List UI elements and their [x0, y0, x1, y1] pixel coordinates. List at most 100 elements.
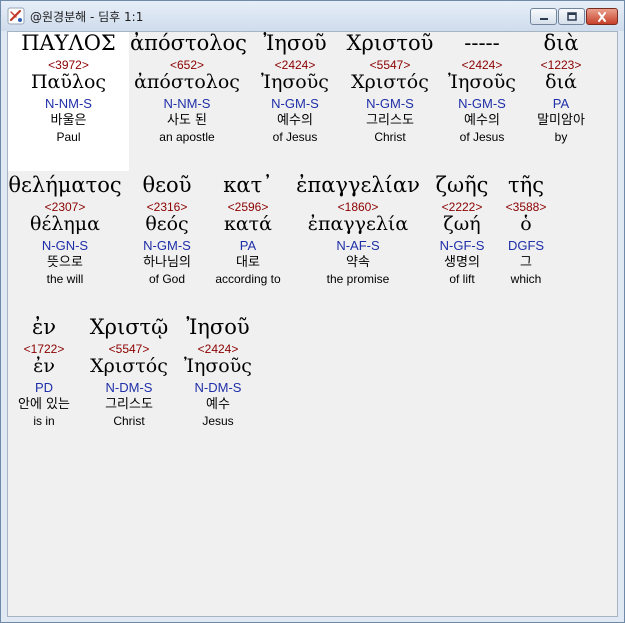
parsing-code: N-GM-S [143, 238, 191, 253]
word-block[interactable]: κατ᾽ <2596> κατά PA 대로 according to [206, 174, 290, 288]
greek-word: ΠΑΥΛΟΣ [21, 31, 116, 55]
word-block[interactable]: ἐν <1722> ἐν PD 안에 있는 is in [8, 316, 80, 430]
english-gloss: of Jesus [272, 130, 318, 144]
lemma: ἐπαγγελία [307, 213, 409, 235]
word-block[interactable]: ΠΑΥΛΟΣ <3972> Παῦλος N-NM-S 바울은 Paul [8, 32, 129, 146]
strong-number: <2316> [146, 200, 188, 214]
app-icon [7, 7, 25, 25]
parsing-code: N-NM-S [45, 96, 92, 111]
english-gloss: by [554, 130, 568, 144]
greek-word: Ἰησοῦ [263, 31, 327, 55]
greek-word: κατ᾽ [223, 173, 273, 197]
lemma: θέλημα [30, 213, 100, 235]
close-icon [598, 11, 606, 22]
word-block[interactable]: θελήματος <2307> θέλημα N-GN-S 뜻으로 the w… [8, 174, 122, 288]
korean-gloss: 예수 [206, 397, 230, 412]
greek-word: τῆς [508, 173, 544, 197]
strong-number: <3588> [505, 200, 547, 214]
parsing-code: PA [552, 96, 570, 111]
parsing-code: DGFS [507, 238, 545, 253]
title-bar[interactable]: @원경분해 - 딤후 1:1 [1, 1, 624, 31]
word-block[interactable]: θεοῦ <2316> θεός N-GM-S 하나님의 of God [130, 174, 204, 288]
app-window: @원경분해 - 딤후 1:1 ΠΑΥΛΟΣ <3972> Παῦλος N-NM… [0, 0, 625, 623]
greek-word: ----- [464, 31, 500, 55]
word-block[interactable]: Χριστῷ <5547> Χριστός N-DM-S 그리스도 Christ [84, 316, 174, 430]
lemma: Χριστός [351, 71, 429, 93]
word-block[interactable]: Ἰησοῦ <2424> Ἰησοῦς N-DM-S 예수 Jesus [176, 316, 260, 430]
english-gloss: Paul [56, 130, 81, 144]
word-block[interactable]: τῆς <3588> ὁ DGFS 그 which [500, 174, 552, 288]
greek-word: Χριστῷ [89, 315, 169, 339]
greek-word: θεοῦ [142, 173, 192, 197]
greek-word: ἀπόστολος [130, 31, 247, 55]
lemma: Χριστός [90, 355, 168, 377]
lemma: ζωή [443, 213, 481, 235]
word-block[interactable]: ἐπαγγελίαν <1860> ἐπαγγελία N-AF-S 약속 th… [292, 174, 424, 288]
word-block[interactable]: διὰ <1223> διά PA 말미암아 by [526, 32, 596, 146]
parsing-code: PA [239, 238, 257, 253]
parsing-code: N-DM-S [194, 380, 242, 395]
english-gloss: the promise [326, 272, 390, 286]
lemma: Ἰησοῦς [261, 71, 329, 93]
strong-number: <2424> [461, 58, 503, 72]
korean-gloss: 그리스도 [105, 397, 153, 412]
english-gloss: is in [33, 414, 55, 428]
strong-number: <5547> [108, 342, 150, 356]
greek-word: διὰ [543, 31, 579, 55]
maximize-button[interactable] [558, 8, 585, 25]
parsing-code: N-GM-S [458, 96, 506, 111]
interlinear-view[interactable]: ΠΑΥΛΟΣ <3972> Παῦλος N-NM-S 바울은 Paul ἀπό… [7, 31, 618, 617]
lemma: ἐν [33, 355, 55, 377]
parsing-code: N-NM-S [163, 96, 211, 111]
korean-gloss: 예수의 [464, 113, 500, 128]
korean-gloss: 하나님의 [143, 255, 191, 270]
lemma: ἀπόστολος [134, 71, 240, 93]
word-block[interactable]: ----- <2424> Ἰησοῦς N-GM-S 예수의 of Jesus [438, 32, 526, 146]
lemma: κατά [223, 213, 273, 235]
korean-gloss: 생명의 [444, 255, 480, 270]
parsing-code: N-GM-S [271, 96, 319, 111]
parsing-code: N-GM-S [366, 96, 414, 111]
korean-gloss: 뜻으로 [47, 255, 83, 270]
parsing-code: N-DM-S [105, 380, 153, 395]
korean-gloss: 그 [520, 255, 532, 270]
korean-gloss: 바울은 [50, 113, 87, 128]
strong-number: <1223> [540, 58, 582, 72]
word-block[interactable]: ζωῆς <2222> ζωή N-GF-S 생명의 of lift [426, 174, 498, 288]
strong-number: <2424> [197, 342, 239, 356]
english-gloss: which [510, 272, 542, 286]
parsing-code: N-GF-S [439, 238, 485, 253]
english-gloss: an apostle [159, 130, 215, 144]
greek-word: θελήματος [8, 173, 122, 197]
strong-number: <2222> [441, 200, 483, 214]
strong-number: <2424> [274, 58, 316, 72]
english-gloss: according to [215, 272, 281, 286]
maximize-icon [566, 11, 577, 21]
word-block[interactable]: Ἰησοῦ <2424> Ἰησοῦς N-GM-S 예수의 of Jesus [248, 32, 342, 146]
greek-word: ἐπαγγελίαν [296, 173, 420, 197]
korean-gloss: 그리스도 [366, 113, 414, 128]
strong-number: <2596> [227, 200, 269, 214]
strong-number: <652> [169, 58, 205, 72]
strong-number: <1722> [23, 342, 65, 356]
word-block[interactable]: ἀπόστολος <652> ἀπόστολος N-NM-S 사도 된 an… [130, 31, 247, 146]
english-gloss: Jesus [202, 414, 234, 428]
parsing-code: PD [34, 380, 54, 395]
english-gloss: Christ [113, 414, 145, 428]
window-title: @원경분해 - 딤후 1:1 [30, 10, 144, 24]
english-gloss: of lift [449, 272, 475, 286]
greek-word: Ἰησοῦ [186, 315, 250, 339]
korean-gloss: 약속 [346, 255, 370, 270]
strong-number: <5547> [369, 58, 411, 72]
korean-gloss: 안에 있는 [18, 397, 70, 412]
greek-word: ζωῆς [435, 173, 489, 197]
close-button[interactable] [586, 8, 618, 25]
english-gloss: Christ [374, 130, 406, 144]
lemma: Ἰησοῦς [184, 355, 252, 377]
lemma: Παῦλος [30, 71, 107, 93]
korean-gloss: 말미암아 [537, 113, 585, 128]
parsing-code: N-AF-S [336, 238, 380, 253]
word-block[interactable]: Χριστοῦ <5547> Χριστός N-GM-S 그리스도 Chris… [342, 32, 438, 146]
minimize-button[interactable] [530, 8, 557, 25]
lemma: ὁ [520, 213, 532, 235]
